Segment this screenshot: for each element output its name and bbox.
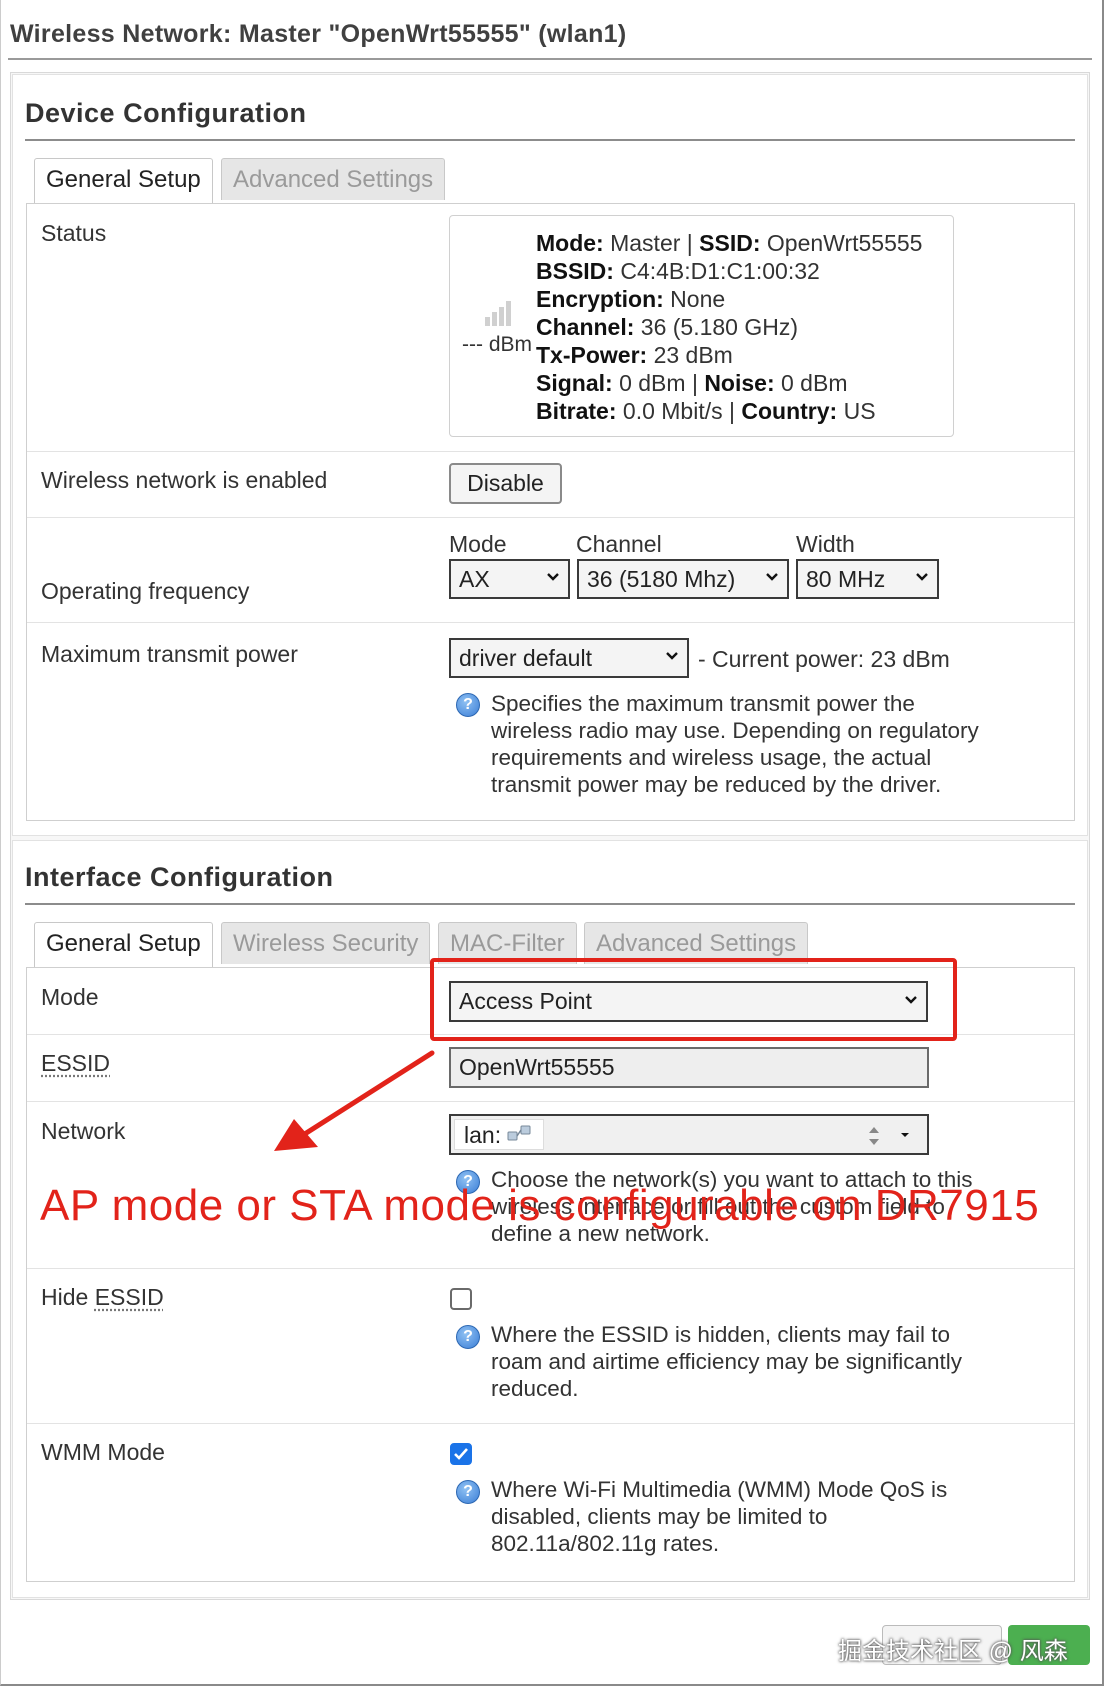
hide-essid-checkbox[interactable] [450,1288,472,1310]
current-power-text: - Current power: 23 dBm [698,646,950,672]
annotation-text: AP mode or STA mode is configurable on D… [40,1181,1040,1230]
freq-mode-header: Mode [449,531,507,557]
freq-width-header: Width [796,531,855,557]
annotation-highlight-box [430,958,957,1041]
txpower-help-line: wireless radio may use. Depending on reg… [491,718,979,743]
network-select[interactable]: lan: [449,1114,929,1155]
status-dbm: --- dBm [462,333,532,356]
status-signal-key: Signal: [536,370,613,396]
txpower-help: Specifies the maximum transmit power the… [491,690,979,798]
txpower-help-line: Specifies the maximum transmit power the [491,691,915,716]
status-ssid-value: OpenWrt55555 [766,230,923,256]
row-divider [27,1423,1074,1424]
page-title: Wireless Network: Master "OpenWrt55555" … [10,20,627,48]
row-divider [27,622,1074,623]
tab-wireless-security[interactable]: Wireless Security [221,922,431,964]
chevron-down-icon [901,1133,909,1137]
annotation-arrow-icon [274,1050,435,1151]
status-country-key: Country: [741,398,838,424]
freq-channel-header: Channel [576,531,662,557]
network-value: lan: [464,1122,502,1148]
disable-button[interactable]: Disable [449,463,562,504]
network-interface-icon [507,1125,531,1141]
help-icon: ? [456,693,480,717]
mode-label: Mode [41,984,99,1010]
checkmark-icon [454,1448,468,1460]
help-icon: ? [456,1325,480,1349]
chevron-down-icon [916,573,928,581]
status-noise-value: 0 dBm [781,370,848,396]
tab-device-advanced-settings[interactable]: Advanced Settings [221,158,446,200]
signal-strength-icon [485,301,511,326]
status-encryption-value: None [670,286,726,312]
essid-label: ESSID [41,1050,111,1076]
freq-mode-value: AX [459,566,490,592]
status-label: Status [41,220,107,246]
help-icon: ? [456,1480,480,1504]
wmm-help-line: disabled, clients may be limited to [491,1504,828,1529]
status-signal-value: 0 dBm [619,370,686,396]
status-sep: | [691,370,698,396]
freq-channel-value: 36 (5180 Mhz) [587,566,736,592]
max-transmit-power-label: Maximum transmit power [41,641,298,667]
wmm-help-line: Where Wi-Fi Multimedia (WMM) Mode QoS is [491,1477,948,1502]
status-channel-key: Channel: [536,314,635,340]
status-txpower-value: 23 dBm [653,342,733,368]
operating-frequency-label: Operating frequency [41,578,250,604]
wmm-mode-label: WMM Mode [41,1439,165,1465]
status-mode-value: Master [610,230,681,256]
status-bitrate-key: Bitrate: [536,398,617,424]
hide-essid-help-line: roam and airtime efficiency may be signi… [491,1349,963,1374]
row-divider [27,517,1074,518]
status-details: Mode: Master | SSID: OpenWrt55555 BSSID:… [536,230,922,426]
freq-width-select[interactable]: 80 MHz [796,559,939,599]
status-noise-key: Noise: [704,370,775,396]
watermark: 掘金技术社区 @ 风森 [838,1638,1068,1665]
txpower-select[interactable]: driver default [449,638,689,678]
wmm-mode-checkbox[interactable] [450,1443,472,1465]
tab-device-general-setup[interactable]: General Setup [34,158,213,204]
row-divider [27,1268,1074,1269]
status-sep: | [686,230,693,256]
freq-channel-select[interactable]: 36 (5180 Mhz) [577,559,789,599]
interface-config-heading: Interface Configuration [25,862,334,892]
status-bitrate-value: 0.0 Mbit/s [622,398,723,424]
row-divider [27,1101,1074,1102]
hide-essid-label-prefix: Hide [41,1284,95,1310]
freq-width-value: 80 MHz [806,566,886,592]
hide-essid-help-line: reduced. [491,1376,579,1401]
wmm-help-line: 802.11a/802.11g rates. [491,1531,720,1556]
interface-config-divider [25,903,1075,905]
txpower-help-line: transmit power may be reduced by the dri… [491,772,942,797]
status-bssid-key: BSSID: [536,258,614,284]
status-channel-value: 36 (5.180 GHz) [640,314,799,340]
device-config-divider [25,139,1075,141]
device-config-heading: Device Configuration [25,98,307,128]
network-label: Network [41,1118,126,1144]
hide-essid-label: Hide ESSID [41,1284,164,1311]
wmm-help: Where Wi-Fi Multimedia (WMM) Mode QoS is… [491,1476,947,1557]
chevron-down-icon [766,573,778,581]
chevron-down-icon [547,573,559,581]
status-country-value: US [843,398,876,424]
status-txpower-key: Tx-Power: [536,342,648,368]
status-encryption-key: Encryption: [536,286,664,312]
status-sep: | [729,398,735,424]
hide-essid-help: Where the ESSID is hidden, clients may f… [491,1321,962,1402]
status-mode-key: Mode: [536,230,604,256]
essid-input[interactable]: OpenWrt55555 [449,1047,929,1088]
wireless-enabled-label: Wireless network is enabled [41,467,328,493]
hide-essid-help-line: Where the ESSID is hidden, clients may f… [491,1322,950,1347]
txpower-value: driver default [459,645,592,671]
hide-essid-label-link: ESSID [94,1284,164,1310]
tab-interface-general-setup[interactable]: General Setup [34,922,213,968]
status-ssid-key: SSID: [699,230,761,256]
txpower-help-line: requirements and wireless usage, the act… [491,745,932,770]
freq-mode-select[interactable]: AX [449,559,570,599]
title-divider [8,58,1092,60]
row-divider [27,451,1074,452]
status-bssid-value: C4:4B:D1:C1:00:32 [620,258,820,284]
chevron-down-icon [666,652,678,660]
spinner-arrows-icon [869,1127,879,1145]
